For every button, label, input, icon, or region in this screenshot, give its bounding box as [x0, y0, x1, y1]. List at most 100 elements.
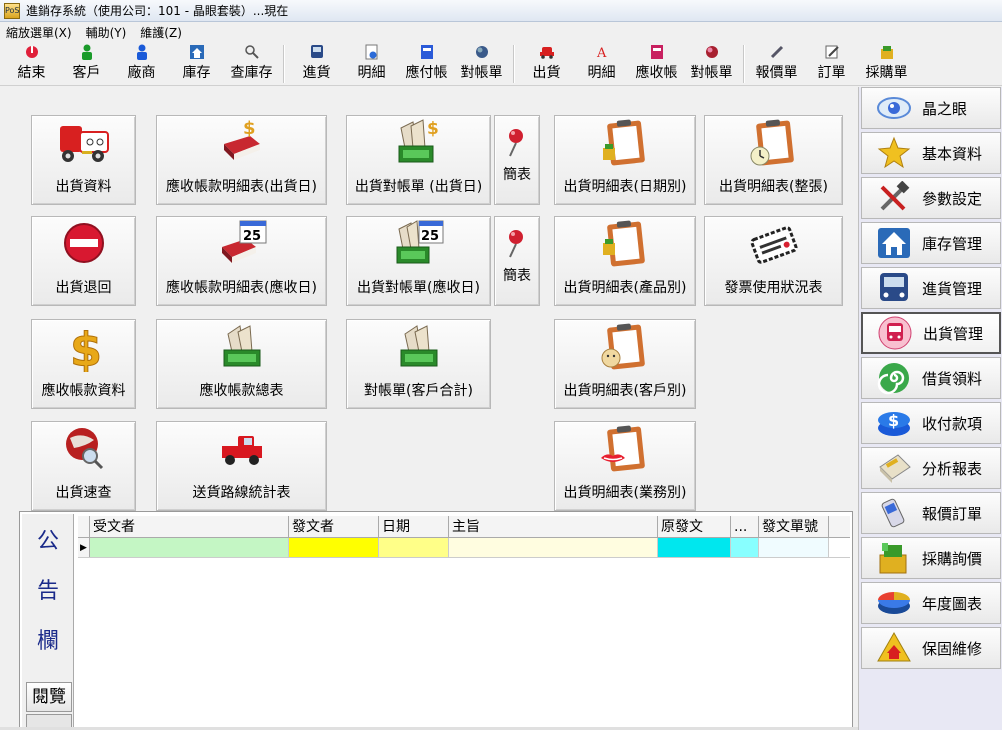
- ar-data-tile[interactable]: $ 應收帳款資料: [31, 319, 136, 409]
- nav-label: 晶之眼: [922, 99, 968, 118]
- pushpin-icon: [509, 129, 523, 157]
- title-bar: PoS 進銷存系統（使用公司：101 - 晶眼套裝）...現在: [0, 0, 1002, 22]
- svg-text:$: $: [888, 411, 899, 430]
- vendor-button[interactable]: 廠商: [114, 43, 169, 85]
- power-icon: [24, 44, 40, 60]
- stock-query-button[interactable]: 查庫存: [224, 43, 279, 85]
- ship-return-tile[interactable]: 出貨退回: [31, 216, 136, 306]
- ship-query-tile[interactable]: 出貨速查: [31, 421, 136, 511]
- exit-button[interactable]: 結束: [4, 43, 59, 85]
- cell-more[interactable]: [731, 538, 759, 557]
- spiral-icon: [877, 363, 909, 395]
- ar-detail-ship-tile[interactable]: $ 應收帳款明細表(出貨日): [156, 115, 327, 205]
- nav-basic-data[interactable]: 基本資料: [861, 132, 1001, 174]
- menu-help[interactable]: 輔助(Y): [86, 24, 127, 41]
- ship-data-tile[interactable]: 出貨資料: [31, 115, 136, 205]
- bag-icon: [879, 543, 907, 574]
- cell-doc-number[interactable]: [759, 538, 829, 557]
- ship-detail-full-label: 出貨明細表(整張): [719, 179, 828, 195]
- svg-text:$: $: [70, 323, 102, 372]
- exit-label: 結束: [17, 65, 46, 81]
- column-sender[interactable]: 發文者: [289, 516, 379, 537]
- nav-settings[interactable]: 參數設定: [861, 177, 1001, 219]
- cell-sender[interactable]: [289, 538, 379, 557]
- invoice-usage-tile[interactable]: 發票使用狀況表: [704, 216, 843, 306]
- menu-zoom[interactable]: 縮放選單(X): [6, 24, 72, 41]
- ticket-icon: [749, 226, 798, 264]
- cell-recipient[interactable]: [90, 538, 289, 557]
- purchase-detail-button[interactable]: 明細: [344, 43, 399, 85]
- quotation-button[interactable]: 報價單: [749, 43, 804, 85]
- ship-detail-customer-tile[interactable]: 出貨明細表(客戶別): [554, 319, 696, 409]
- receivable-button[interactable]: 應收帳: [629, 43, 684, 85]
- column-more[interactable]: ...: [731, 516, 759, 537]
- ship-detail-full-tile[interactable]: 出貨明細表(整張): [704, 115, 843, 205]
- brief-2-tile[interactable]: 簡表: [494, 216, 540, 306]
- ar-summary-tile[interactable]: 應收帳款總表: [156, 319, 327, 409]
- nav-purchase[interactable]: 進貨管理: [861, 267, 1001, 309]
- column-doc-number[interactable]: 發文單號: [759, 516, 829, 537]
- nav-label: 借貨領料: [922, 369, 983, 388]
- cell-original[interactable]: [658, 538, 731, 557]
- house-warning-icon: [877, 631, 911, 662]
- statement-due-tile[interactable]: 25 出貨對帳單(應收日): [346, 216, 491, 306]
- ship-detail-date-tile[interactable]: 出貨明細表(日期別): [554, 115, 696, 205]
- train-icon: [878, 316, 912, 350]
- ship-detail-product-tile[interactable]: 出貨明細表(產品別): [554, 216, 696, 306]
- nav-label: 進貨管理: [922, 279, 983, 298]
- shipment-button[interactable]: 出貨: [519, 43, 574, 85]
- column-subject[interactable]: 主旨: [449, 516, 658, 537]
- stock-button[interactable]: 庫存: [169, 43, 224, 85]
- cell-subject[interactable]: [449, 538, 658, 557]
- shipment-detail-button[interactable]: A 明細: [574, 43, 629, 85]
- bulletin-grid: 受文者 發文者 日期 主旨 原發文 ... 發文單號 ▶: [78, 516, 850, 558]
- nav-crystal-eye[interactable]: 晶之眼: [861, 87, 1001, 129]
- nav-quotes-orders[interactable]: 報價訂單: [861, 492, 1001, 534]
- payable-button[interactable]: 應付帳: [399, 43, 454, 85]
- inbox-docs-icon: [223, 325, 260, 367]
- person-blue-icon: [134, 44, 150, 60]
- module-nav-panel: 晶之眼 基本資料 參數設定 庫存管理 進貨管理 出貨管理 借貨領料 $ 收付款項…: [858, 87, 1002, 730]
- column-original[interactable]: 原發文: [658, 516, 731, 537]
- globe-icon: [474, 44, 490, 60]
- cell-date[interactable]: [379, 538, 449, 557]
- browse-button[interactable]: 閱覽: [26, 682, 72, 712]
- nav-annual-charts[interactable]: 年度圖表: [861, 582, 1001, 624]
- nav-payments[interactable]: $ 收付款項: [861, 402, 1001, 444]
- table-row[interactable]: ▶: [78, 538, 850, 558]
- order-button[interactable]: 訂單: [804, 43, 859, 85]
- purchase-label: 進貨: [302, 65, 331, 81]
- column-date[interactable]: 日期: [379, 516, 449, 537]
- ar-detail-due-tile[interactable]: 25 應收帳款明細表(應收日): [156, 216, 327, 306]
- nav-shipment[interactable]: 出貨管理: [861, 312, 1001, 354]
- statement-ship-tile[interactable]: $ 出貨對帳單 (出貨日): [346, 115, 491, 205]
- ship-detail-product-label: 出貨明細表(產品別): [563, 280, 687, 296]
- calendar-date: 25: [243, 229, 261, 244]
- statement-customer-tile[interactable]: 對帳單(客戶合計): [346, 319, 491, 409]
- nav-reports[interactable]: 分析報表: [861, 447, 1001, 489]
- nav-inventory[interactable]: 庫存管理: [861, 222, 1001, 264]
- ship-data-label: 出貨資料: [55, 179, 112, 195]
- purchase-button[interactable]: 進貨: [289, 43, 344, 85]
- ledger-calendar-icon: 25: [221, 220, 266, 263]
- menu-maintain[interactable]: 維護(Z): [140, 24, 182, 41]
- window-title: 進銷存系統（使用公司：101 - 晶眼套裝）...現在: [26, 4, 289, 18]
- procurement-button[interactable]: 採購單: [859, 43, 914, 85]
- purchase-statement-button[interactable]: 對帳單: [454, 43, 509, 85]
- nav-warranty-repair[interactable]: 保固維修: [861, 627, 1001, 669]
- tools-icon: [880, 181, 910, 211]
- shipment-statement-button[interactable]: 對帳單: [684, 43, 739, 85]
- board-next-button[interactable]: [26, 714, 72, 728]
- brief-1-tile[interactable]: 簡表: [494, 115, 540, 205]
- grid-header: 受文者 發文者 日期 主旨 原發文 ... 發文單號: [78, 516, 850, 538]
- toolbar-separator: [283, 45, 285, 83]
- column-recipient[interactable]: 受文者: [90, 516, 289, 537]
- customer-button[interactable]: 客戶: [59, 43, 114, 85]
- ar-detail-due-label: 應收帳款明細表(應收日): [166, 280, 317, 296]
- delivery-route-tile[interactable]: 送貨路線統計表: [156, 421, 327, 511]
- ship-detail-sales-tile[interactable]: 出貨明細表(業務別): [554, 421, 696, 511]
- nav-procurement-inquiry[interactable]: 採購詢價: [861, 537, 1001, 579]
- nav-lending[interactable]: 借貨領料: [861, 357, 1001, 399]
- ar-data-label: 應收帳款資料: [41, 383, 126, 399]
- purchase-statement-label: 對帳單: [460, 65, 503, 81]
